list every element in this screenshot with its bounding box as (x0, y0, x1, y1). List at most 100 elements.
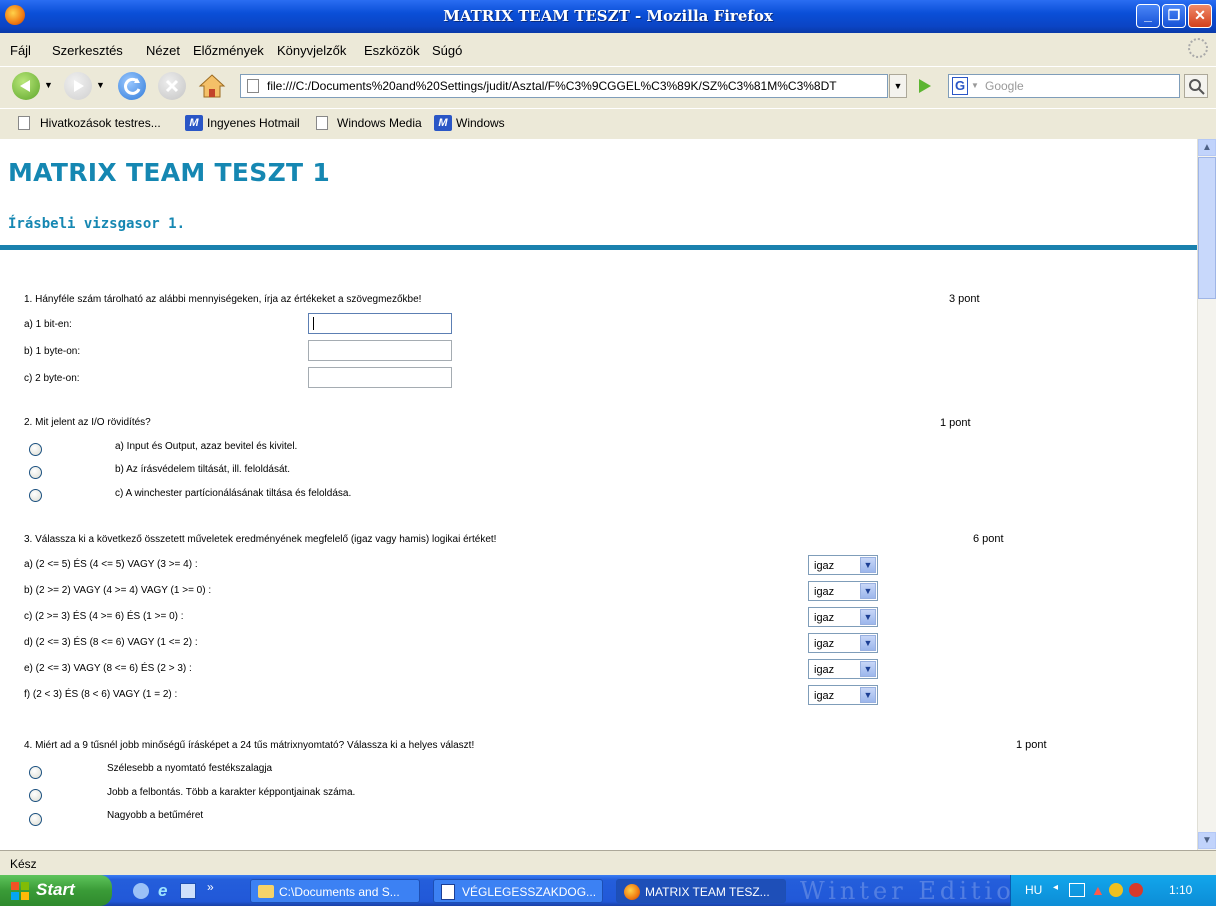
scroll-thumb[interactable] (1198, 157, 1216, 299)
back-button[interactable] (12, 72, 40, 100)
quicklaunch-settings-icon[interactable] (133, 883, 149, 899)
answer-1b-input[interactable] (308, 340, 452, 361)
engine-dropdown-icon[interactable]: ▼ (971, 75, 979, 97)
select-3a[interactable]: igaz ▼ (808, 555, 878, 575)
bookmark-customize-links[interactable]: Hivatkozások testres... (40, 116, 161, 130)
chevron-down-icon[interactable]: ▼ (860, 635, 876, 651)
answer-1c-input[interactable] (308, 367, 452, 388)
google-engine-icon[interactable]: G (952, 77, 968, 95)
network-icon[interactable] (1069, 883, 1085, 897)
page-content: MATRIX TEAM TESZT 1 Írásbeli vizsgasor 1… (0, 139, 1197, 850)
radio-q4-a[interactable] (29, 766, 42, 779)
minimize-button[interactable]: _ (1136, 4, 1160, 28)
watermark: Winter Edition (800, 877, 1035, 905)
title-bar[interactable]: MATRIX TEAM TESZT - Mozilla Firefox _ ❐ … (0, 0, 1216, 33)
question-2-text: 2. Mit jelent az I/O rövidítés? (24, 417, 151, 428)
option-q2-c: c) A winchester partícionálásának tiltás… (115, 488, 352, 499)
bookmark-free-hotmail[interactable]: Ingyenes Hotmail (207, 116, 300, 130)
select-3e[interactable]: igaz ▼ (808, 659, 878, 679)
select-3d[interactable]: igaz ▼ (808, 633, 878, 653)
maximize-button[interactable]: ❐ (1162, 4, 1186, 28)
select-3d-value: igaz (814, 638, 835, 650)
menu-tools[interactable]: Eszközök (364, 43, 420, 58)
page-title: MATRIX TEAM TESZT 1 (8, 158, 331, 187)
bookmark-windows[interactable]: Windows (456, 116, 505, 130)
radio-q4-b[interactable] (29, 789, 42, 802)
radio-q2-a[interactable] (29, 443, 42, 456)
reload-button[interactable] (118, 72, 146, 100)
url-bar[interactable]: file:///C:/Documents%20and%20Settings/ju… (240, 74, 888, 98)
question-4-points: 1 pont (1016, 739, 1047, 751)
question-2-points: 1 pont (940, 417, 971, 429)
select-3b-value: igaz (814, 586, 835, 598)
taskbar-item-word-label: VÉGLEGESSZAKDOG... (462, 885, 597, 899)
url-history-dropdown-icon[interactable]: ▼ (889, 74, 907, 98)
question-3c-label: c) (2 >= 3) ÉS (4 >= 6) ÉS (1 >= 0) : (24, 611, 184, 622)
bookmark-windows-media[interactable]: Windows Media (337, 116, 422, 130)
antivirus-icon[interactable]: ▲ (1091, 882, 1105, 898)
vertical-scrollbar[interactable]: ▲ ▼ (1197, 139, 1216, 850)
taskbar-item-explorer[interactable]: C:\Documents and S... (250, 879, 420, 903)
radio-q2-c[interactable] (29, 489, 42, 502)
back-dropdown-icon[interactable]: ▼ (44, 80, 53, 90)
question-3d-label: d) (2 <= 3) ÉS (8 <= 6) VAGY (1 <= 2) : (24, 637, 198, 648)
quicklaunch-expand-icon[interactable]: » (207, 880, 214, 894)
radio-q4-c[interactable] (29, 813, 42, 826)
chevron-down-icon[interactable]: ▼ (860, 609, 876, 625)
scroll-up-button[interactable]: ▲ (1198, 139, 1216, 156)
search-bar[interactable]: G ▼ Google (948, 74, 1180, 98)
tray-app-icon[interactable] (1109, 883, 1123, 897)
question-1-points: 3 pont (949, 293, 980, 305)
question-1c-label: c) 2 byte-on: (24, 373, 80, 384)
clock[interactable]: 1:10 (1169, 883, 1192, 897)
forward-dropdown-icon[interactable]: ▼ (96, 80, 105, 90)
option-q2-b: b) Az írásvédelem tiltását, ill. feloldá… (115, 464, 291, 475)
menu-history[interactable]: Előzmények (193, 43, 264, 58)
taskbar-item-word[interactable]: VÉGLEGESSZAKDOG... (433, 879, 603, 903)
status-text: Kész (10, 857, 37, 871)
chevron-down-icon[interactable]: ▼ (860, 661, 876, 677)
forward-button[interactable] (64, 72, 92, 100)
select-3c[interactable]: igaz ▼ (808, 607, 878, 627)
menu-file[interactable]: Fájl (10, 43, 31, 58)
select-3c-value: igaz (814, 612, 835, 624)
stop-button[interactable] (158, 72, 186, 100)
firefox-icon (624, 884, 640, 900)
tray-expand-icon[interactable]: ◂ (1053, 882, 1058, 893)
menu-bookmarks[interactable]: Könyvjelzők (277, 43, 346, 58)
question-3e-label: e) (2 <= 3) VAGY (8 <= 6) ÉS (2 > 3) : (24, 663, 192, 674)
select-3f[interactable]: igaz ▼ (808, 685, 878, 705)
menu-view[interactable]: Nézet (146, 43, 180, 58)
show-desktop-icon[interactable] (180, 883, 196, 899)
home-button[interactable] (198, 72, 226, 100)
question-1a-label: a) 1 bit-en: (24, 319, 72, 330)
chevron-down-icon[interactable]: ▼ (860, 687, 876, 703)
bookmarks-toolbar (0, 108, 1216, 140)
close-button[interactable]: ✕ (1188, 4, 1212, 28)
answer-1a-input[interactable] (308, 313, 452, 334)
language-indicator[interactable]: HU (1025, 883, 1042, 897)
option-q2-a: a) Input és Output, azaz bevitel és kivi… (115, 441, 298, 452)
chevron-down-icon[interactable]: ▼ (860, 583, 876, 599)
internet-explorer-icon[interactable]: e (158, 881, 167, 901)
radio-q2-b[interactable] (29, 466, 42, 479)
reload-icon (124, 77, 141, 95)
menu-edit[interactable]: Szerkesztés (52, 43, 123, 58)
question-3-points: 6 pont (973, 533, 1004, 545)
chevron-down-icon[interactable]: ▼ (860, 557, 876, 573)
taskbar-item-firefox[interactable]: MATRIX TEAM TESZ... (616, 879, 786, 903)
menu-help[interactable]: Súgó (432, 43, 462, 58)
select-3b[interactable]: igaz ▼ (808, 581, 878, 601)
msn-icon: M (434, 115, 452, 131)
option-q4-c: Nagyobb a betűméret (107, 810, 204, 821)
scroll-down-button[interactable]: ▼ (1198, 832, 1216, 849)
security-shield-icon[interactable] (1129, 883, 1143, 897)
question-1b-label: b) 1 byte-on: (24, 346, 81, 357)
go-button[interactable] (912, 74, 936, 98)
search-button[interactable] (1184, 74, 1208, 98)
start-button[interactable]: Start (0, 875, 112, 906)
msn-icon: M (185, 115, 203, 131)
question-1-text: 1. Hányféle szám tárolható az alábbi men… (24, 294, 422, 305)
forward-arrow-icon (74, 80, 84, 92)
page-icon (316, 116, 328, 130)
